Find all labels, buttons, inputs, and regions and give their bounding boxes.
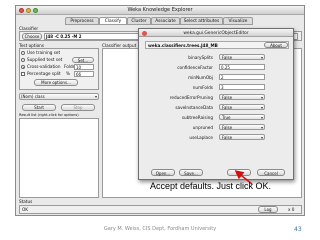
page-number: 43: [294, 226, 302, 233]
callout-arrow: [234, 170, 253, 185]
callout-text: Accept defaults. Just click OK.: [150, 181, 272, 191]
slide-footer: Gary M. Weiss, CIS Dept, Fordham Univers…: [103, 226, 217, 232]
